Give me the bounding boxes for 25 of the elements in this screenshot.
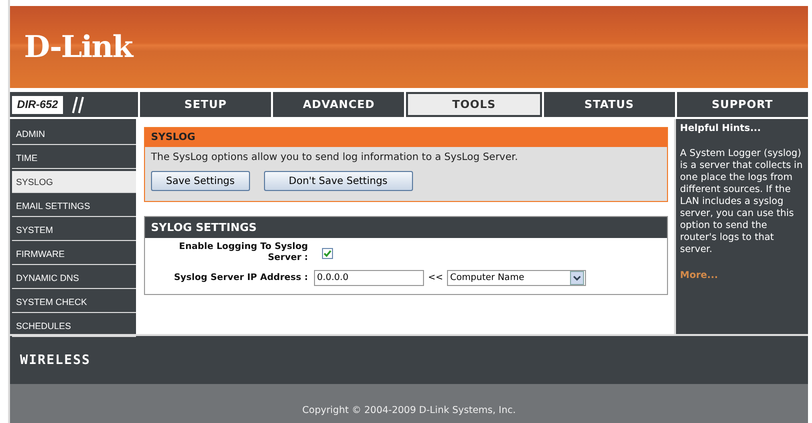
- slash-mark-icon: [70, 96, 85, 114]
- ip-input-field[interactable]: 0.0.0.0: [314, 270, 424, 286]
- field-label: Enable Logging To Syslog Server :: [178, 242, 309, 264]
- hints-text: A System Logger (syslog) is a server that collects in one place the logs from different sources. If the LAN includes a syslog server, you can use this option to send the router's logs to that server.: [680, 148, 804, 256]
- nav-tab[interactable]: ADVANCED: [273, 92, 404, 117]
- action-button[interactable]: Save Settings: [151, 171, 250, 191]
- wireless-label: WIRELESS: [20, 352, 91, 368]
- action-button[interactable]: Don't Save Settings: [264, 171, 412, 191]
- nav-tab[interactable]: SETUP: [140, 92, 272, 117]
- copy-arrows: <<: [428, 273, 444, 283]
- enable-checkbox[interactable]: [322, 248, 333, 258]
- model-label: DIR-652: [12, 96, 63, 114]
- hints-title: Helpful Hints...: [680, 123, 762, 134]
- nav-tab[interactable]: TOOLS: [406, 92, 542, 117]
- logo: D-Link: [24, 30, 132, 64]
- section-title: SYLOG SETTINGS: [145, 217, 667, 238]
- intro-text: The SysLog options allow you to send log information to a SysLog Server.: [150, 151, 519, 165]
- more-link[interactable]: More...: [680, 270, 806, 281]
- sidebar-item[interactable]: SYSLOG: [12, 171, 136, 193]
- nav-tab[interactable]: SUPPORT: [676, 92, 808, 117]
- copyright-text: Copyright © 2004-2009 D-Link Systems, Inc.: [302, 405, 516, 416]
- computer-dropdown[interactable]: Computer Name: [447, 270, 586, 286]
- field-label: Syslog Server IP Address :: [172, 272, 309, 284]
- section-title: SYSLOG: [145, 128, 667, 147]
- nav-tab[interactable]: STATUS: [544, 92, 675, 117]
